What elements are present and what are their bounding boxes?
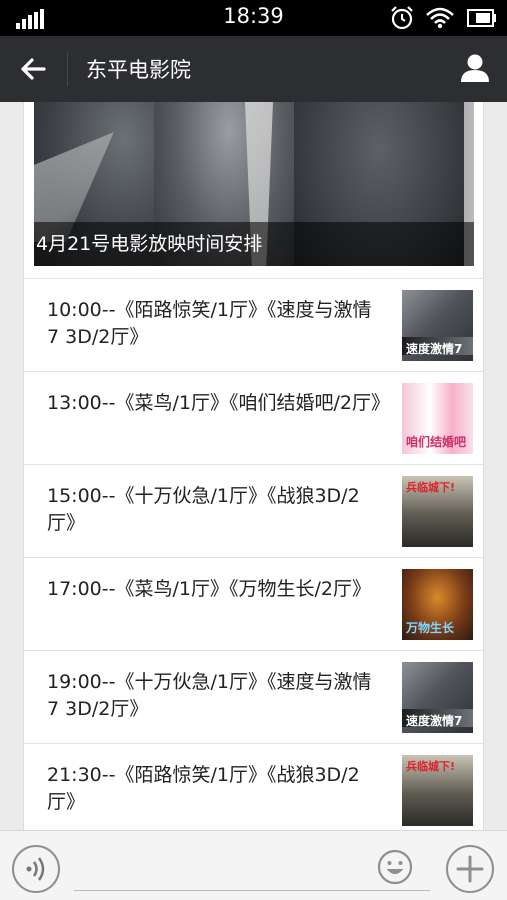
profile-button[interactable] (453, 48, 497, 90)
schedule-row[interactable]: 19:00--《十万伙急/1厅》《速度与激情7 3D/2厅》 速度激情7 (24, 650, 483, 743)
wifi-icon (426, 7, 454, 29)
emoji-icon (377, 849, 413, 885)
schedule-list: 10:00--《陌路惊笑/1厅》《速度与激情7 3D/2厅》 速度激情7 13:… (24, 278, 483, 836)
movie-thumbnail: 兵临城下! (402, 755, 473, 826)
schedule-text: 17:00--《菜鸟/1厅》《万物生长/2厅》 (47, 578, 371, 600)
banner-caption: 4月21号电影放映时间安排 (34, 222, 474, 266)
thumbnail-label: 速度激情7 (406, 714, 463, 728)
schedule-text: 21:30--《陌路惊笑/1厅》《战狼3D/2厅》 (47, 764, 360, 813)
status-bar: 18:39 (0, 0, 507, 36)
schedule-text: 10:00--《陌路惊笑/1厅》《速度与激情7 3D/2厅》 (47, 299, 372, 348)
alarm-icon (391, 6, 413, 30)
movie-thumbnail: 咱们结婚吧 (402, 383, 473, 454)
person-icon (461, 54, 489, 82)
arrow-left-icon (21, 58, 46, 80)
schedule-text: 13:00--《菜鸟/1厅》《咱们结婚吧/2厅》 (47, 392, 390, 414)
back-button[interactable] (10, 48, 54, 90)
movie-thumbnail: 万物生长 (402, 569, 473, 640)
thumbnail-label: 速度激情7 (406, 342, 463, 356)
schedule-row[interactable]: 21:30--《陌路惊笑/1厅》《战狼3D/2厅》 兵临城下! (24, 743, 483, 836)
schedule-text: 19:00--《十万伙急/1厅》《速度与激情7 3D/2厅》 (47, 671, 372, 720)
voice-icon (26, 857, 45, 881)
battery-icon (467, 9, 496, 27)
movie-thumbnail: 速度激情7 (402, 290, 473, 361)
thumbnail-label: 兵临城下! (406, 481, 456, 494)
plus-icon (456, 855, 484, 883)
nav-bar: 东平电影院 (0, 36, 507, 102)
movie-thumbnail: 兵临城下! (402, 476, 473, 547)
thumbnail-label: 万物生长 (406, 621, 455, 635)
thumbnail-label: 咱们结婚吧 (406, 435, 467, 449)
add-button[interactable] (446, 845, 494, 893)
banner-image[interactable]: 4月21号电影放映时间安排 (34, 102, 474, 266)
page-title: 东平电影院 (86, 58, 191, 82)
input-bar (0, 830, 507, 900)
emoji-button[interactable] (377, 849, 413, 885)
voice-button[interactable] (12, 845, 60, 893)
schedule-row[interactable]: 15:00--《十万伙急/1厅》《战狼3D/2厅》 兵临城下! (24, 464, 483, 557)
schedule-row[interactable]: 10:00--《陌路惊笑/1厅》《速度与激情7 3D/2厅》 速度激情7 (24, 278, 483, 371)
schedule-row[interactable]: 13:00--《菜鸟/1厅》《咱们结婚吧/2厅》 咱们结婚吧 (24, 371, 483, 464)
thumbnail-label: 兵临城下! (406, 760, 456, 773)
article-card: 4月21号电影放映时间安排 10:00--《陌路惊笑/1厅》《速度与激情7 3D… (23, 102, 484, 842)
nav-divider (67, 52, 68, 86)
schedule-text: 15:00--《十万伙急/1厅》《战狼3D/2厅》 (47, 485, 360, 534)
movie-thumbnail: 速度激情7 (402, 662, 473, 733)
schedule-row[interactable]: 17:00--《菜鸟/1厅》《万物生长/2厅》 万物生长 (24, 557, 483, 650)
